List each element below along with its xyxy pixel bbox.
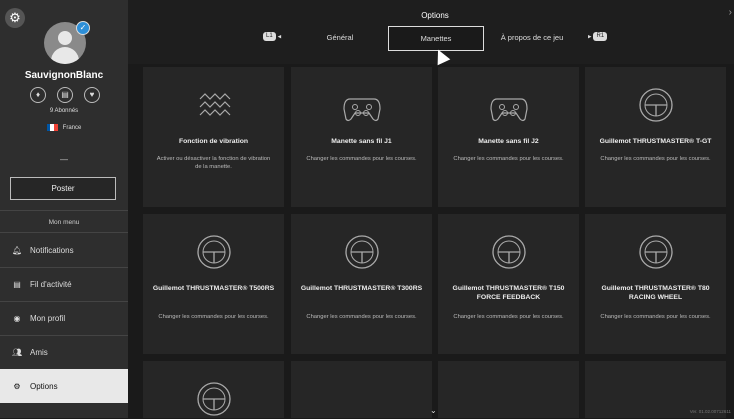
verified-badge-icon: ✓ (76, 21, 90, 35)
post-button[interactable]: Poster (10, 177, 116, 200)
sidebar-item-profile[interactable]: ◉ Mon profil (0, 302, 128, 334)
france-flag-icon (46, 124, 58, 131)
card-description: Changer les commandes pour les courses. (306, 156, 417, 162)
card-title: Manette sans fil J1 (331, 138, 392, 145)
followers-count: 9 Abonnés (49, 108, 79, 114)
card-controller-p1[interactable]: Manette sans fil J1 Changer les commande… (291, 67, 432, 207)
card-title: Guillemot THRUSTMASTER® T80 RACING WHEEL (601, 285, 710, 301)
steering-wheel-icon (638, 235, 673, 269)
tab-about-game[interactable]: À propos de ce jeu (490, 26, 574, 49)
card-wheel-t150[interactable]: Guillemot THRUSTMASTER® T150 FORCE FEEDB… (438, 214, 579, 354)
card-description: Changer les commandes pour les courses. (453, 314, 564, 320)
card-title: Fonction de vibration (178, 138, 249, 145)
trophy-row: ♦ ▤ ♥ (30, 87, 100, 103)
settings-gear-icon[interactable]: ⚙ (5, 8, 25, 28)
steering-wheel-icon (638, 88, 673, 122)
card-description: Activer ou désactiver la fonction de vib… (156, 156, 271, 170)
card-wheel-t300rs[interactable]: Guillemot THRUSTMASTER® T300RS Changer l… (291, 214, 432, 354)
card-wheel-t500rs[interactable]: Guillemot THRUSTMASTER® T500RS Changer l… (143, 214, 284, 354)
bell-icon: 🔔︎ (12, 245, 23, 255)
card-description: Changer les commandes pour les courses. (158, 314, 269, 320)
sidebar-item-label: Mon profil (30, 313, 66, 323)
steering-wheel-icon (344, 235, 379, 269)
close-icon[interactable]: › (729, 7, 732, 18)
sidebar-item-options[interactable]: ⚙ Options (0, 369, 128, 403)
status-text: — (60, 155, 68, 164)
trophy-bronze-icon[interactable]: ♦ (30, 87, 46, 103)
card-title: Guillemot THRUSTMASTER® T-GT (599, 138, 712, 145)
steering-wheel-icon (491, 235, 526, 269)
gamepad-icon (489, 98, 528, 122)
card-description: Changer les commandes pour les courses. (306, 314, 417, 320)
l1-button-icon: L1 (263, 32, 276, 41)
steering-wheel-icon (196, 235, 231, 269)
card-vibration[interactable]: Fonction de vibration Activer ou désacti… (143, 67, 284, 207)
card-description: Changer les commandes pour les courses. (453, 156, 564, 162)
username: SauvignonBlanc (24, 70, 104, 81)
gamepad-icon (342, 98, 381, 122)
version-label: Ver. 01.02.00712611 (689, 409, 731, 414)
r1-button-icon: R1 (593, 32, 608, 41)
card-title: Guillemot THRUSTMASTER® T500RS (152, 285, 275, 292)
card-description: Changer les commandes pour les courses. (600, 314, 711, 320)
card-description: Changer les commandes pour les courses. (600, 156, 711, 162)
vibration-icon (199, 93, 230, 116)
sidebar-item-notifications[interactable]: 🔔︎ Notifications (0, 234, 128, 266)
card-empty[interactable] (291, 361, 432, 418)
sidebar-item-label: Amis (30, 347, 48, 357)
feed-icon: ▤ (13, 279, 21, 289)
prev-tab-hint[interactable]: L1 ◂ (263, 32, 281, 41)
card-wheel-t80[interactable]: Guillemot THRUSTMASTER® T80 RACING WHEEL… (585, 214, 726, 354)
tab-controllers[interactable]: Manettes (388, 26, 484, 51)
scroll-down-chevron-icon[interactable]: ⌄ (430, 406, 437, 415)
card-controller-p2[interactable]: Manette sans fil J2 Changer les commande… (438, 67, 579, 207)
tab-bar: L1 ◂ Général Manettes À propos de ce jeu… (128, 26, 734, 51)
card-title: Guillemot THRUSTMASTER® T300RS (300, 285, 423, 292)
country-label: France (62, 124, 82, 131)
sidebar: ⚙ ✓ SauvignonBlanc ♦ ▤ ♥ 9 Abonnés Franc… (0, 0, 128, 418)
card-wheel-partial[interactable] (143, 361, 284, 418)
card-title: Guillemot THRUSTMASTER® T150 FORCE FEEDB… (452, 285, 565, 301)
profile-icon: ◉ (13, 313, 21, 323)
steering-wheel-icon (196, 382, 231, 416)
header: Options › L1 ◂ Général Manettes À propos… (128, 0, 734, 64)
sidebar-item-label: Fil d'activité (30, 279, 72, 289)
sidebar-item-friends[interactable]: 👥︎ Amis (0, 336, 128, 368)
sidebar-item-label: Options (30, 381, 58, 391)
trophy-silver-icon[interactable]: ▤ (57, 87, 73, 103)
gear-icon: ⚙ (13, 381, 21, 391)
sidebar-item-feed[interactable]: ▤ Fil d'activité (0, 268, 128, 300)
menu-label: Mon menu (48, 219, 80, 226)
next-tab-hint[interactable]: ▸ R1 (588, 32, 608, 41)
tab-general[interactable]: Général (308, 26, 372, 49)
card-title: Manette sans fil J2 (478, 138, 539, 145)
card-wheel-tgt[interactable]: Guillemot THRUSTMASTER® T-GT Changer les… (585, 67, 726, 207)
friends-icon: 👥︎ (12, 347, 23, 357)
sidebar-item-label: Notifications (30, 245, 74, 255)
country: France (0, 124, 128, 131)
trophy-gold-icon[interactable]: ♥ (84, 87, 100, 103)
card-empty[interactable] (438, 361, 579, 418)
page-title: Options (421, 11, 449, 20)
